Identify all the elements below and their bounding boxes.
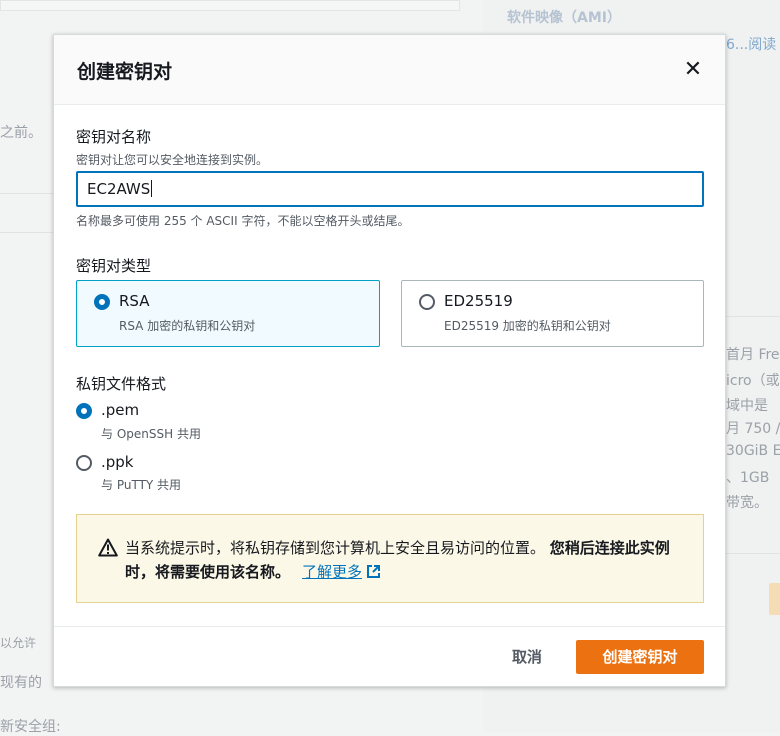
background-free-tier-line: 带宽。 bbox=[726, 495, 768, 511]
alert-message: 当系统提示时，将私钥存储到您计算机上安全且易访问的位置。 您稍后连接此实例时，将… bbox=[125, 536, 685, 584]
ppk-description: 与 PuTTY 共用 bbox=[101, 478, 182, 492]
create-key-pair-dialog: 创建密钥对 ✕ 密钥对名称 密钥对让您可以安全地连接到实例。 EC2AWS 名称… bbox=[53, 34, 726, 687]
background-text: 现有的 bbox=[0, 675, 42, 691]
key-type-rsa-tile[interactable]: RSA RSA 加密的私钥和公钥对 bbox=[76, 280, 380, 347]
background-divider bbox=[726, 316, 780, 317]
dialog-footer-divider bbox=[54, 626, 725, 627]
text-caret bbox=[151, 180, 153, 197]
key-type-ed25519-tile[interactable]: ED25519 ED25519 加密的私钥和公钥对 bbox=[401, 280, 704, 347]
rsa-title: RSA bbox=[119, 292, 150, 310]
file-format-label: 私钥文件格式 bbox=[76, 375, 167, 393]
ppk-radio[interactable] bbox=[76, 455, 92, 471]
create-key-pair-button[interactable]: 创建密钥对 bbox=[576, 640, 704, 674]
rsa-description: RSA 加密的私钥和公钥对 bbox=[119, 319, 256, 333]
background-field bbox=[0, 0, 460, 11]
pem-radio[interactable] bbox=[76, 403, 92, 419]
ed25519-radio[interactable] bbox=[419, 294, 435, 310]
background-divider bbox=[0, 193, 53, 194]
background-text: 以允许 bbox=[0, 636, 37, 650]
learn-more-label[interactable]: 了解更多 bbox=[302, 563, 362, 581]
background-free-tier-line: icro（或 bbox=[726, 373, 780, 389]
ed25519-description: ED25519 加密的私钥和公钥对 bbox=[444, 319, 611, 333]
background-text: 之前。 bbox=[0, 125, 42, 141]
ppk-title[interactable]: .ppk bbox=[101, 453, 134, 471]
external-link-icon bbox=[367, 565, 381, 578]
background-divider bbox=[726, 553, 780, 554]
key-name-value: EC2AWS bbox=[87, 180, 151, 198]
warning-icon bbox=[98, 538, 118, 557]
key-name-constraint: 名称最多可使用 255 个 ASCII 字符，不能以空格开头或结尾。 bbox=[76, 214, 410, 228]
dialog-header: 创建密钥对 ✕ bbox=[54, 35, 725, 105]
key-name-input[interactable]: EC2AWS bbox=[76, 171, 704, 207]
background-divider bbox=[0, 232, 53, 233]
learn-more-link[interactable]: 了解更多 bbox=[302, 563, 381, 581]
pem-description: 与 OpenSSH 共用 bbox=[101, 427, 201, 441]
key-name-description: 密钥对让您可以安全地连接到实例。 bbox=[76, 153, 269, 167]
cancel-button[interactable]: 取消 bbox=[500, 640, 554, 674]
warning-alert: 当系统提示时，将私钥存储到您计算机上安全且易访问的位置。 您稍后连接此实例时，将… bbox=[76, 514, 704, 603]
key-name-label: 密钥对名称 bbox=[76, 128, 152, 146]
key-type-label: 密钥对类型 bbox=[76, 257, 152, 275]
background-ami-heading: 软件映像（AMI） bbox=[507, 10, 621, 26]
close-icon[interactable]: ✕ bbox=[680, 57, 706, 83]
background-text: 新安全组: bbox=[0, 719, 61, 735]
background-free-tier-line: 首月 Free bbox=[726, 347, 780, 363]
alert-text-plain: 当系统提示时，将私钥存储到您计算机上安全且易访问的位置。 bbox=[125, 539, 546, 557]
ed25519-title: ED25519 bbox=[444, 292, 513, 310]
background-ami-link: 6...阅读 bbox=[726, 37, 777, 53]
rsa-radio[interactable] bbox=[94, 294, 110, 310]
background-launch-button bbox=[769, 583, 780, 615]
background-free-tier-line: 月 750 / bbox=[726, 421, 780, 437]
background-free-tier-line: 、1GB bbox=[726, 470, 770, 486]
background-free-tier-line: 域中是 bbox=[726, 398, 768, 414]
background-free-tier-line: 30GiB E bbox=[726, 443, 780, 459]
pem-title[interactable]: .pem bbox=[101, 401, 139, 419]
dialog-title: 创建密钥对 bbox=[77, 61, 173, 83]
